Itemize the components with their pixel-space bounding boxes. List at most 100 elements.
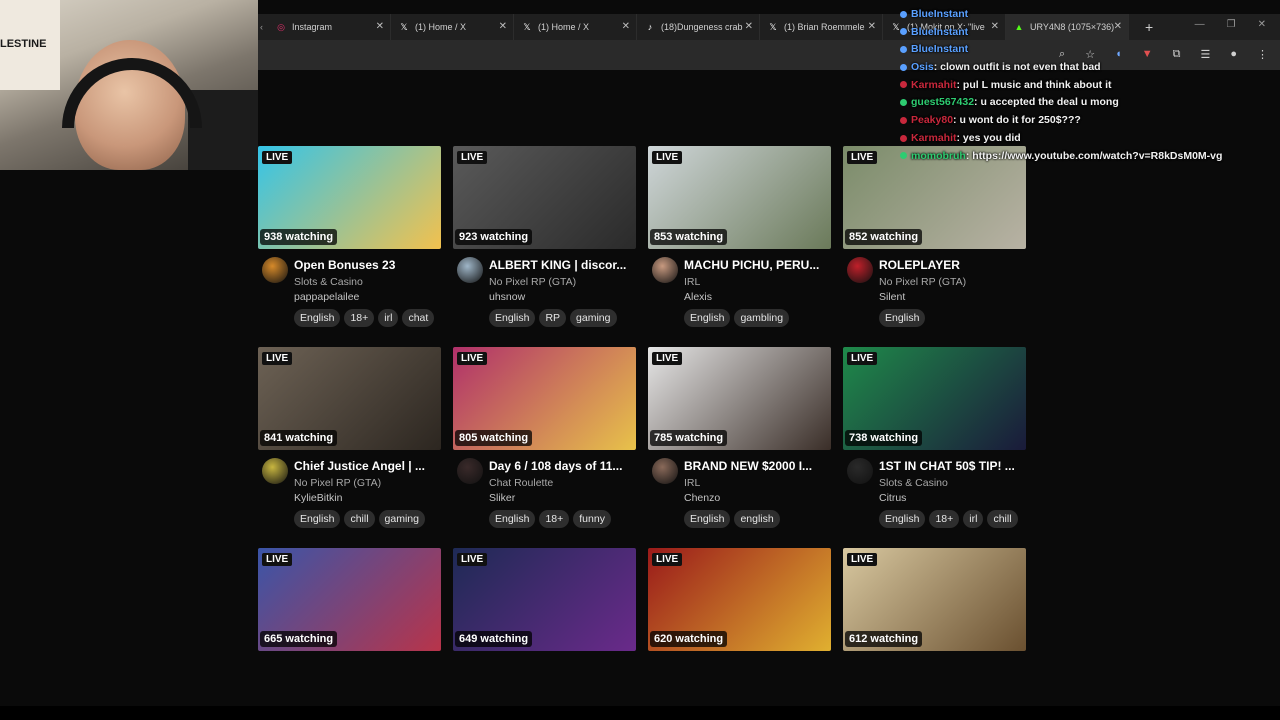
tab-close-icon[interactable]: ✕: [868, 21, 876, 32]
browser-tab[interactable]: 𝕏 (1) Home / X ✕: [514, 14, 637, 40]
tab-close-icon[interactable]: ✕: [499, 21, 507, 32]
tag-pill[interactable]: gaming: [378, 510, 425, 528]
stream-thumbnail[interactable]: LIVE 841 watching: [258, 347, 441, 450]
stream-title[interactable]: Open Bonuses 23: [294, 258, 444, 272]
stream-category[interactable]: Slots & Casino: [879, 477, 948, 489]
stream-thumbnail[interactable]: LIVE 938 watching: [258, 146, 441, 249]
tab-close-icon[interactable]: ✕: [745, 21, 753, 32]
stream-title[interactable]: Chief Justice Angel | ...: [294, 459, 444, 473]
tag-pill[interactable]: 18+: [929, 510, 960, 528]
stream-card[interactable]: LIVE 938 watching Open Bonuses 23 Slots & C…: [258, 146, 441, 357]
stream-thumbnail[interactable]: LIVE 785 watching: [648, 347, 831, 450]
tag-pill[interactable]: funny: [573, 510, 611, 528]
stream-title[interactable]: 1ST IN CHAT 50$ TIP! ...: [879, 459, 1029, 473]
chat-username[interactable]: guest567432: [911, 96, 974, 108]
tag-pill[interactable]: irl: [963, 510, 984, 528]
avatar[interactable]: [262, 257, 288, 283]
tag-pill[interactable]: gaming: [570, 309, 617, 327]
streamer-name[interactable]: KylieBitkin: [294, 492, 342, 504]
stream-card[interactable]: LIVE 665 watching: [258, 548, 441, 651]
chat-username[interactable]: momobruh: [911, 150, 966, 162]
chat-username[interactable]: Karmahit: [911, 79, 957, 91]
tag-pill[interactable]: English: [294, 309, 341, 327]
tag-pill[interactable]: English: [684, 309, 731, 327]
stream-title[interactable]: MACHU PICHU, PERU...: [684, 258, 834, 272]
browser-tab[interactable]: ◎ Instagram ✕: [268, 14, 391, 40]
browser-tab[interactable]: 𝕏 (1) Brian Roemmele ✕: [760, 14, 883, 40]
stream-thumbnail[interactable]: LIVE 612 watching: [843, 548, 1026, 651]
tag-pill[interactable]: chill: [987, 510, 1018, 528]
tab-close-icon[interactable]: ✕: [376, 21, 384, 32]
browser-tab[interactable]: ♪ (18)Dungeness crab ✕: [637, 14, 760, 40]
stream-thumbnail[interactable]: LIVE 805 watching: [453, 347, 636, 450]
stream-card[interactable]: LIVE 785 watching BRAND NEW $2000 I... IRL C…: [648, 347, 831, 558]
stream-thumbnail[interactable]: LIVE 665 watching: [258, 548, 441, 651]
chat-username[interactable]: Peaky80: [911, 114, 953, 126]
stream-category[interactable]: No Pixel RP (GTA): [489, 276, 576, 288]
chat-username[interactable]: BlueInstant: [911, 8, 968, 20]
stream-card[interactable]: LIVE 620 watching: [648, 548, 831, 651]
stream-category[interactable]: Chat Roulette: [489, 477, 553, 489]
streamer-name[interactable]: Citrus: [879, 492, 906, 504]
stream-card[interactable]: LIVE 805 watching Day 6 / 108 days of 11..…: [453, 347, 636, 558]
tab-label: (1) Brian Roemmele: [784, 22, 865, 32]
avatar[interactable]: [262, 458, 288, 484]
streamer-name[interactable]: Alexis: [684, 291, 712, 303]
tag-pill[interactable]: RP: [539, 309, 567, 327]
stream-thumbnail[interactable]: LIVE 923 watching: [453, 146, 636, 249]
stream-thumbnail[interactable]: LIVE 620 watching: [648, 548, 831, 651]
tag-pill[interactable]: gambling: [734, 309, 790, 327]
stream-card[interactable]: LIVE 841 watching Chief Justice Angel | ..…: [258, 347, 441, 558]
tab-close-icon[interactable]: ✕: [622, 21, 630, 32]
tag-pill[interactable]: chill: [344, 510, 375, 528]
stream-title[interactable]: BRAND NEW $2000 I...: [684, 459, 834, 473]
tag-pill[interactable]: 18+: [344, 309, 375, 327]
tab-scroll-left-icon[interactable]: ‹: [258, 22, 268, 32]
stream-category[interactable]: IRL: [684, 276, 700, 288]
streamer-name[interactable]: Silent: [879, 291, 905, 303]
stream-category[interactable]: Slots & Casino: [294, 276, 363, 288]
tag-pill[interactable]: english: [734, 510, 780, 528]
chat-username[interactable]: BlueInstant: [911, 26, 968, 38]
stream-thumbnail[interactable]: LIVE 853 watching: [648, 146, 831, 249]
stream-thumbnail[interactable]: LIVE 738 watching: [843, 347, 1026, 450]
stream-title[interactable]: ALBERT KING | discor...: [489, 258, 639, 272]
tag-pill[interactable]: English: [879, 309, 926, 327]
streamer-name[interactable]: Sliker: [489, 492, 515, 504]
tag-pill[interactable]: English: [489, 309, 536, 327]
streamer-name[interactable]: pappapelailee: [294, 291, 359, 303]
stream-title[interactable]: Day 6 / 108 days of 11...: [489, 459, 639, 473]
stream-card[interactable]: LIVE 853 watching MACHU PICHU, PERU... IRL A…: [648, 146, 831, 357]
tag-pill[interactable]: 18+: [539, 510, 570, 528]
streamer-name[interactable]: Chenzo: [684, 492, 720, 504]
tag-pill[interactable]: English: [879, 510, 926, 528]
chat-username[interactable]: Osis: [911, 61, 934, 73]
avatar[interactable]: [652, 458, 678, 484]
tag-pill[interactable]: chat: [402, 309, 435, 327]
viewer-count: 649 watching: [455, 631, 533, 647]
stream-info: 1ST IN CHAT 50$ TIP! ... Slots & Casino Ci…: [843, 458, 1026, 558]
stream-category[interactable]: No Pixel RP (GTA): [879, 276, 966, 288]
avatar[interactable]: [457, 458, 483, 484]
tag-pill[interactable]: English: [294, 510, 341, 528]
avatar[interactable]: [652, 257, 678, 283]
stream-category[interactable]: No Pixel RP (GTA): [294, 477, 381, 489]
stream-card[interactable]: LIVE 649 watching: [453, 548, 636, 651]
stream-category[interactable]: IRL: [684, 477, 700, 489]
browser-tab[interactable]: 𝕏 (1) Home / X ✕: [391, 14, 514, 40]
avatar[interactable]: [847, 458, 873, 484]
stream-title[interactable]: ROLEPLAYER: [879, 258, 1029, 272]
avatar[interactable]: [457, 257, 483, 283]
stream-card[interactable]: LIVE 852 watching ROLEPLAYER No Pixel RP (G…: [843, 146, 1026, 357]
stream-card[interactable]: LIVE 738 watching 1ST IN CHAT 50$ TIP! ...…: [843, 347, 1026, 558]
chat-username[interactable]: BlueInstant: [911, 43, 968, 55]
stream-thumbnail[interactable]: LIVE 649 watching: [453, 548, 636, 651]
stream-card[interactable]: LIVE 612 watching: [843, 548, 1026, 651]
streamer-name[interactable]: uhsnow: [489, 291, 525, 303]
chat-username[interactable]: Karmahit: [911, 132, 957, 144]
stream-card[interactable]: LIVE 923 watching ALBERT KING | discor... N…: [453, 146, 636, 357]
tag-pill[interactable]: English: [684, 510, 731, 528]
tag-pill[interactable]: English: [489, 510, 536, 528]
tag-pill[interactable]: irl: [378, 309, 399, 327]
avatar[interactable]: [847, 257, 873, 283]
